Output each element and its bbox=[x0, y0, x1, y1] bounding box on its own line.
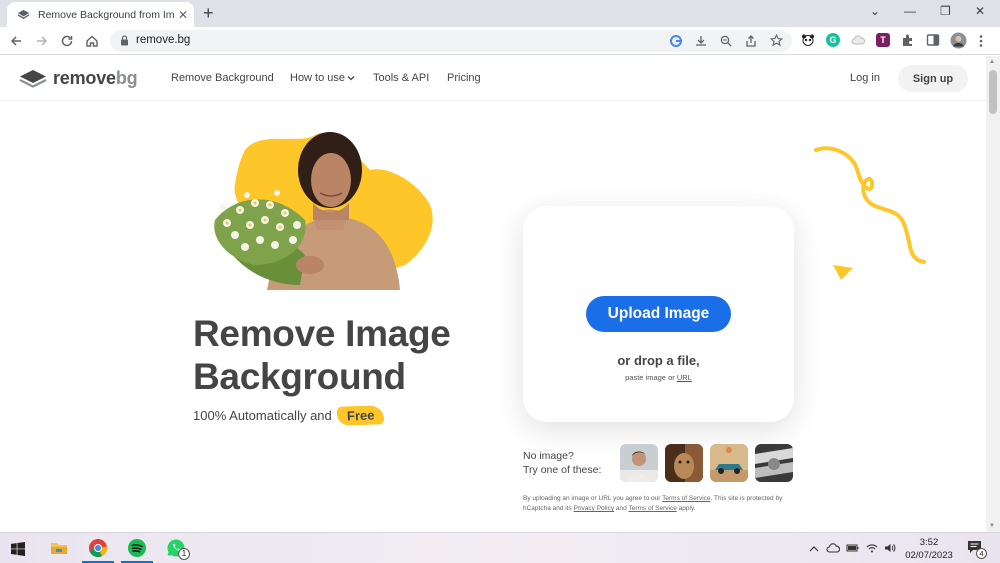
upload-card[interactable]: Upload Image or drop a file, paste image… bbox=[523, 206, 794, 422]
cloud-extension-icon[interactable] bbox=[851, 33, 865, 47]
terms-text-1: By uploading an image or URL you agree t… bbox=[523, 495, 661, 502]
more-icon[interactable] bbox=[978, 34, 984, 48]
terms-text-3: and bbox=[615, 505, 627, 512]
removebg-favicon-icon bbox=[17, 9, 30, 19]
tab-list-icon[interactable]: ⌄ bbox=[870, 4, 880, 18]
lock-icon[interactable] bbox=[120, 35, 129, 46]
extensions-icon[interactable] bbox=[901, 33, 915, 47]
drop-file-text: or drop a file, bbox=[617, 353, 700, 368]
download-icon[interactable] bbox=[695, 35, 707, 47]
upload-image-button[interactable]: Upload Image bbox=[586, 296, 731, 332]
logo[interactable]: removebg bbox=[19, 68, 138, 89]
star-icon[interactable] bbox=[770, 34, 783, 47]
sample-image-animal[interactable] bbox=[665, 444, 703, 482]
clock-time: 3:52 bbox=[919, 537, 939, 548]
nav-tools-api[interactable]: Tools & API bbox=[373, 72, 429, 84]
tray-overflow-icon[interactable] bbox=[809, 545, 819, 552]
restore-button[interactable]: ❐ bbox=[940, 4, 951, 18]
site-header: removebg Remove Background How to use To… bbox=[0, 56, 986, 101]
hero-subline-text: 100% Automatically and bbox=[193, 408, 332, 423]
scroll-down-icon[interactable]: ▼ bbox=[989, 523, 995, 529]
home-icon[interactable] bbox=[85, 34, 99, 48]
sample-image-object[interactable] bbox=[755, 444, 793, 482]
close-window-button[interactable]: ✕ bbox=[975, 4, 985, 18]
terms-text-4: apply. bbox=[678, 505, 696, 512]
onedrive-icon[interactable] bbox=[826, 543, 840, 553]
hero-headline: Remove Image Background bbox=[193, 312, 451, 398]
terms-link-2[interactable]: Terms of Service bbox=[628, 505, 676, 512]
nav-how-to-use[interactable]: How to use bbox=[290, 72, 355, 84]
nav-remove-background[interactable]: Remove Background bbox=[171, 72, 274, 84]
forward-arrow-icon[interactable] bbox=[35, 34, 49, 48]
sample-image-person[interactable] bbox=[620, 444, 658, 482]
battery-icon[interactable] bbox=[846, 543, 860, 553]
reload-icon[interactable] bbox=[60, 34, 74, 48]
sample-prompt-line2: Try one of these: bbox=[523, 464, 602, 476]
windows-taskbar: 1 3:52 02/07/2023 4 bbox=[0, 532, 1000, 563]
tab-title: Remove Background from Image bbox=[38, 8, 174, 21]
back-arrow-icon[interactable] bbox=[9, 34, 23, 48]
windows-start-icon[interactable] bbox=[11, 542, 25, 556]
sample-prompt: No image? Try one of these: bbox=[523, 449, 601, 477]
terms-notice: By uploading an image or URL you agree t… bbox=[523, 494, 798, 514]
file-explorer-icon[interactable] bbox=[48, 537, 70, 559]
signup-button[interactable]: Sign up bbox=[898, 65, 968, 92]
address-bar[interactable]: remove.bg bbox=[110, 30, 792, 52]
terms-link-1[interactable]: Terms of Service bbox=[662, 495, 710, 502]
logo-accent: bg bbox=[115, 68, 138, 88]
url-text[interactable]: remove.bg bbox=[136, 34, 190, 46]
wifi-icon[interactable] bbox=[866, 543, 878, 553]
chevron-down-icon bbox=[347, 76, 355, 81]
hero-headline-line2: Background bbox=[193, 356, 406, 397]
hero-woman-flowers-image bbox=[214, 132, 433, 290]
sample-prompt-line1: No image? bbox=[523, 450, 574, 462]
app-extension-icon[interactable]: T bbox=[876, 33, 890, 47]
chrome-icon[interactable] bbox=[87, 537, 109, 559]
login-link[interactable]: Log in bbox=[850, 72, 880, 84]
google-icon[interactable] bbox=[670, 35, 682, 47]
scroll-up-icon[interactable]: ▲ bbox=[989, 59, 995, 65]
zoom-icon[interactable] bbox=[720, 35, 732, 47]
nav-pricing[interactable]: Pricing bbox=[447, 72, 481, 84]
profile-avatar[interactable] bbox=[950, 32, 967, 49]
notification-badge: 4 bbox=[976, 548, 987, 559]
nav-how-to-use-label: How to use bbox=[290, 72, 346, 84]
paste-prefix: paste image or bbox=[625, 373, 675, 382]
sidepanel-icon[interactable] bbox=[926, 33, 940, 47]
hero-subline: 100% Automatically and Free bbox=[193, 405, 385, 426]
share-icon[interactable] bbox=[745, 35, 757, 47]
browser-toolbar: remove.bg bbox=[0, 27, 1000, 55]
browser-tabbar: Remove Background from Image ✕ + ⌄ — ❐ ✕ bbox=[0, 0, 1000, 27]
whatsapp-badge: 1 bbox=[178, 548, 190, 560]
clock-date: 02/07/2023 bbox=[905, 550, 953, 561]
spotify-icon[interactable] bbox=[126, 537, 148, 559]
sample-image-car[interactable] bbox=[710, 444, 748, 482]
minimize-button[interactable]: — bbox=[904, 4, 916, 18]
tab-close-icon[interactable]: ✕ bbox=[178, 8, 188, 22]
free-badge: Free bbox=[336, 405, 385, 426]
logo-text: removebg bbox=[53, 68, 138, 89]
yellow-triangle-decoration bbox=[833, 265, 853, 280]
privacy-link[interactable]: Privacy Policy bbox=[574, 505, 614, 512]
logo-layers-icon bbox=[19, 69, 47, 88]
volume-icon[interactable] bbox=[884, 543, 896, 553]
logo-main: remove bbox=[53, 68, 116, 88]
new-tab-button[interactable]: + bbox=[203, 3, 214, 24]
taskbar-clock[interactable]: 3:52 02/07/2023 bbox=[903, 536, 955, 562]
browser-tab[interactable]: Remove Background from Image ✕ bbox=[7, 2, 194, 27]
paste-hint: paste image or URL bbox=[523, 373, 794, 382]
scroll-thumb[interactable] bbox=[989, 70, 997, 114]
hero-headline-line1: Remove Image bbox=[193, 313, 451, 354]
panda-extension-icon[interactable] bbox=[801, 33, 815, 47]
grammarly-extension-icon[interactable]: G bbox=[826, 33, 840, 47]
yellow-squiggle-decoration bbox=[814, 146, 926, 264]
url-link[interactable]: URL bbox=[677, 373, 692, 382]
page-scrollbar[interactable]: ▲ ▼ bbox=[986, 56, 1000, 532]
